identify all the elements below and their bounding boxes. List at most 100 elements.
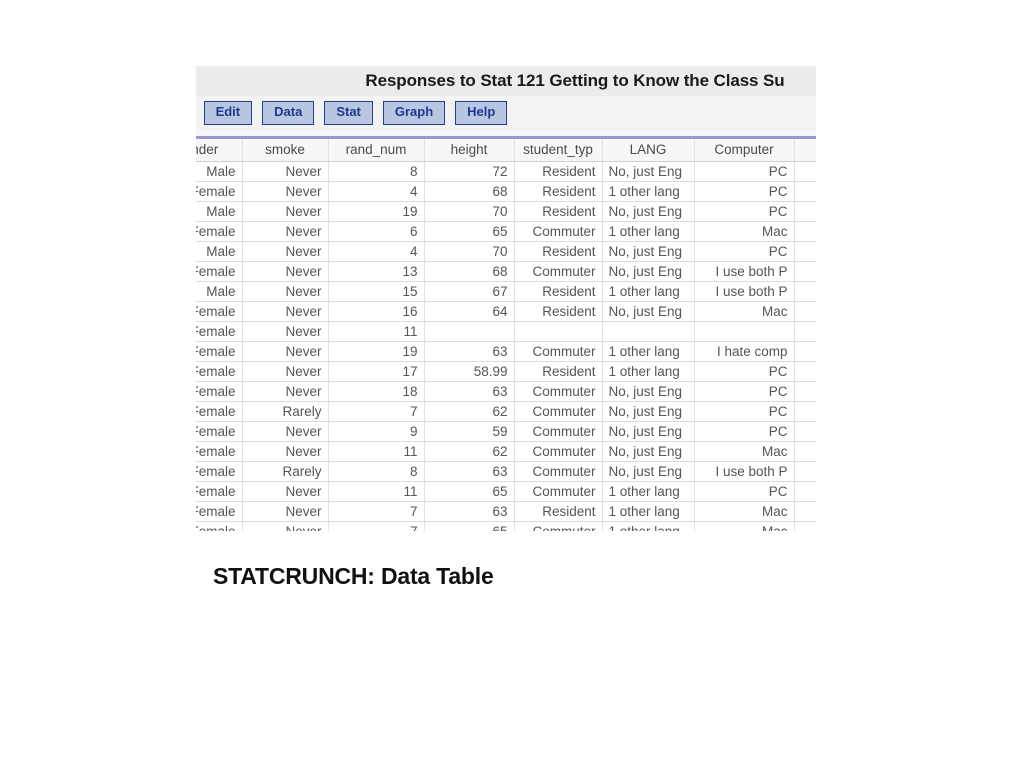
- table-cell[interactable]: 63: [424, 501, 515, 522]
- table-cell[interactable]: Commuter: [514, 441, 603, 462]
- table-cell[interactable]: Commuter: [514, 261, 603, 282]
- table-cell[interactable]: 17: [328, 361, 425, 382]
- table-cell[interactable]: Commuter: [514, 401, 603, 422]
- table-cell[interactable]: No, just Eng: [602, 401, 695, 422]
- table-row[interactable]: FemaleNever1664ResidentNo, just EngMac: [196, 301, 816, 322]
- table-cell[interactable]: Commuter: [514, 481, 603, 502]
- table-cell[interactable]: 68: [424, 261, 515, 282]
- table-cell[interactable]: No, just Eng: [602, 241, 695, 262]
- table-cell[interactable]: Never: [242, 441, 329, 462]
- table-cell[interactable]: Female: [196, 341, 243, 362]
- toolbar-button-data[interactable]: Data: [262, 101, 315, 125]
- table-cell[interactable]: 8: [328, 461, 425, 482]
- table-cell[interactable]: Resident: [514, 241, 603, 262]
- table-cell[interactable]: 7: [328, 401, 425, 422]
- table-cell[interactable]: Mac: [694, 441, 795, 462]
- table-cell[interactable]: Female: [196, 421, 243, 442]
- table-cell[interactable]: [794, 161, 816, 182]
- table-cell[interactable]: 9: [328, 421, 425, 442]
- table-cell[interactable]: PC: [694, 361, 795, 382]
- table-cell[interactable]: Never: [242, 481, 329, 502]
- table-row[interactable]: FemaleNever1368CommuterNo, just EngI use…: [196, 261, 816, 282]
- table-cell[interactable]: PC: [694, 381, 795, 402]
- table-cell[interactable]: 63: [424, 461, 515, 482]
- table-cell[interactable]: I use both P: [694, 461, 795, 482]
- table-cell[interactable]: I use both P: [694, 261, 795, 282]
- table-cell[interactable]: No, just Eng: [602, 201, 695, 222]
- table-cell[interactable]: Never: [242, 341, 329, 362]
- table-cell[interactable]: Commuter: [514, 341, 603, 362]
- table-cell[interactable]: 59: [424, 421, 515, 442]
- table-cell[interactable]: Never: [242, 361, 329, 382]
- table-row[interactable]: FemaleNever1165Commuter1 other langPC: [196, 481, 816, 502]
- table-cell[interactable]: Female: [196, 301, 243, 322]
- table-cell[interactable]: 6: [328, 221, 425, 242]
- table-cell[interactable]: Commuter: [514, 421, 603, 442]
- table-cell[interactable]: Resident: [514, 281, 603, 302]
- table-cell[interactable]: 68: [424, 181, 515, 202]
- table-cell[interactable]: 11: [328, 481, 425, 502]
- table-row[interactable]: FemaleNever468Resident1 other langPC: [196, 181, 816, 202]
- table-cell[interactable]: Female: [196, 501, 243, 522]
- table-cell[interactable]: 58.99: [424, 361, 515, 382]
- table-cell[interactable]: [794, 241, 816, 262]
- table-cell[interactable]: 65: [424, 481, 515, 502]
- table-cell[interactable]: Resident: [514, 301, 603, 322]
- table-cell[interactable]: Never: [242, 381, 329, 402]
- table-cell[interactable]: [794, 381, 816, 402]
- table-cell[interactable]: [794, 341, 816, 362]
- table-cell[interactable]: Commuter: [514, 381, 603, 402]
- table-cell[interactable]: Resident: [514, 161, 603, 182]
- table-cell[interactable]: Never: [242, 421, 329, 442]
- table-cell[interactable]: 64: [424, 301, 515, 322]
- table-cell[interactable]: [794, 201, 816, 222]
- table-cell[interactable]: 70: [424, 201, 515, 222]
- table-cell[interactable]: 62: [424, 441, 515, 462]
- table-cell[interactable]: 65: [424, 521, 515, 531]
- toolbar-button-help[interactable]: Help: [455, 101, 508, 125]
- table-cell[interactable]: Never: [242, 221, 329, 242]
- table-cell[interactable]: Male: [196, 201, 243, 222]
- table-cell[interactable]: 1 other lang: [602, 521, 695, 531]
- table-cell[interactable]: 11: [328, 441, 425, 462]
- table-cell[interactable]: 1 other lang: [602, 481, 695, 502]
- table-row[interactable]: FemaleNever765Commuter1 other langMac: [196, 521, 816, 531]
- table-cell[interactable]: Resident: [514, 361, 603, 382]
- table-row[interactable]: FemaleNever1963Commuter1 other langI hat…: [196, 341, 816, 362]
- toolbar-button-stat[interactable]: Stat: [324, 101, 373, 125]
- table-cell[interactable]: 19: [328, 201, 425, 222]
- table-cell[interactable]: No, just Eng: [602, 421, 695, 442]
- table-cell[interactable]: 63: [424, 381, 515, 402]
- table-cell[interactable]: Resident: [514, 501, 603, 522]
- column-header-height[interactable]: height: [424, 139, 515, 162]
- table-cell[interactable]: 62: [424, 401, 515, 422]
- table-cell[interactable]: 4: [328, 181, 425, 202]
- table-cell[interactable]: Never: [242, 161, 329, 182]
- table-cell[interactable]: [794, 301, 816, 322]
- table-cell[interactable]: [514, 321, 603, 342]
- table-cell[interactable]: 1 other lang: [602, 361, 695, 382]
- table-cell[interactable]: PC: [694, 481, 795, 502]
- table-cell[interactable]: Resident: [514, 201, 603, 222]
- toolbar-button-graph[interactable]: Graph: [382, 101, 446, 125]
- table-cell[interactable]: 8: [328, 161, 425, 182]
- table-cell[interactable]: [694, 321, 795, 342]
- table-cell[interactable]: 1 other lang: [602, 181, 695, 202]
- table-cell[interactable]: 1 other lang: [602, 221, 695, 242]
- table-cell[interactable]: [794, 321, 816, 342]
- table-cell[interactable]: Mac: [694, 521, 795, 531]
- table-cell[interactable]: Female: [196, 381, 243, 402]
- table-cell[interactable]: PC: [694, 201, 795, 222]
- table-row[interactable]: Male Never 4 70 Resident No, just Eng PC: [196, 241, 816, 262]
- table-cell[interactable]: 65: [424, 221, 515, 242]
- table-cell[interactable]: Mac: [694, 501, 795, 522]
- column-header-lang[interactable]: LANG: [602, 139, 695, 162]
- table-cell[interactable]: Never: [242, 321, 329, 342]
- table-cell[interactable]: No, just Eng: [602, 461, 695, 482]
- column-header-student-typ[interactable]: student_typ: [514, 139, 603, 162]
- table-cell[interactable]: Male: [196, 241, 243, 262]
- table-row[interactable]: FemaleNever11: [196, 321, 816, 342]
- table-cell[interactable]: Never: [242, 241, 329, 262]
- table-cell[interactable]: 63: [424, 341, 515, 362]
- table-cell[interactable]: 16: [328, 301, 425, 322]
